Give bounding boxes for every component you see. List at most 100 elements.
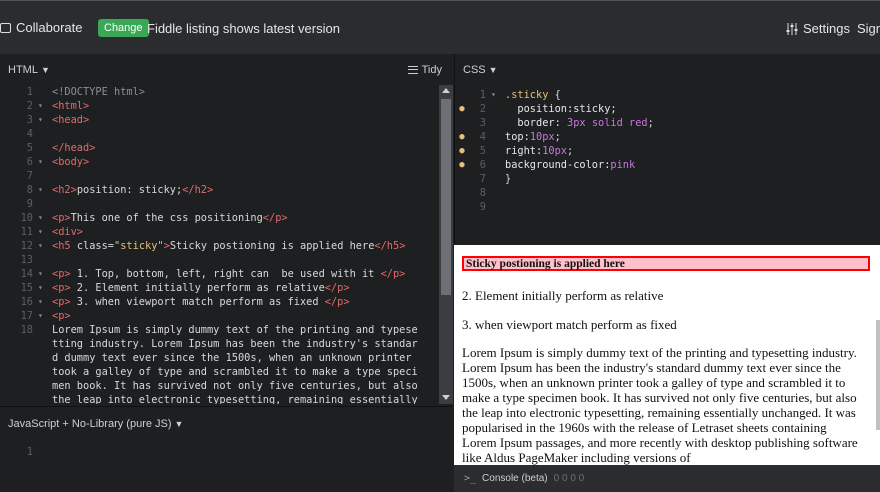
code-token: } — [505, 173, 512, 185]
code-token: took a galley of type and scrambled it t… — [52, 366, 418, 378]
console-counts: 0 0 0 0 — [553, 473, 585, 484]
line-number: 3 — [26, 114, 33, 126]
code-line: ● 5 right: 10px; — [455, 144, 875, 158]
warning-dot-icon: ● — [459, 146, 465, 156]
code-line: 13 — [0, 253, 438, 267]
code-line: 4 — [0, 127, 438, 141]
result-pane[interactable]: Sticky postioning is applied here 2. Ele… — [454, 245, 880, 465]
js-panel-title: JavaScript + No-Library (pure JS) — [8, 418, 172, 430]
code-token: ; — [554, 131, 561, 143]
fold-arrow-icon[interactable]: ▾ — [38, 295, 52, 309]
code-line: 1 ▾ .sticky { — [455, 88, 875, 102]
fold-arrow-icon[interactable]: ▾ — [38, 99, 52, 113]
fold-arrow-icon[interactable]: ▾ — [38, 113, 52, 127]
collaborate-button[interactable]: Collaborate — [0, 20, 83, 35]
fold-arrow-icon[interactable]: ▾ — [38, 267, 52, 281]
html-code-editor[interactable]: 1 <!DOCTYPE html> 2 ▾ <html> 3 ▾ <head> 4 5 </head… — [0, 85, 438, 404]
code-line: ● 2 position:sticky; — [455, 102, 875, 116]
code-line: d dummy text ever since the 1500s, when … — [0, 351, 438, 365]
code-line: 15 ▾ <p> 2. Element initially perform as r… — [0, 281, 438, 295]
scroll-up-icon[interactable] — [442, 88, 450, 93]
fold-arrow-icon[interactable]: ▾ — [38, 239, 52, 253]
caret-down-icon: ▼ — [488, 65, 498, 75]
css-panel-header[interactable]: CSS ▼ — [455, 54, 880, 86]
fiddle-version-message: Fiddle listing shows latest version — [147, 21, 340, 36]
fold-arrow-icon[interactable]: ▾ — [38, 211, 52, 225]
code-token: 3. when viewport match perform as fixed — [70, 296, 325, 308]
code-line: 5 </head> — [0, 141, 438, 155]
code-line: 9 — [455, 200, 875, 214]
line-number: 9 — [26, 198, 33, 210]
code-token: Lorem Ipsum is simply dummy text of the … — [52, 324, 418, 336]
js-code-editor[interactable]: 1 — [0, 445, 438, 459]
code-line: men book. It has survived not only five … — [0, 379, 438, 393]
tidy-button[interactable]: Tidy — [407, 64, 442, 76]
js-panel-header[interactable]: JavaScript + No-Library (pure JS) ▼ — [0, 407, 452, 441]
html-editor-scroll-thumb[interactable] — [441, 99, 451, 295]
code-line: 2 ▾ <html> — [0, 99, 438, 113]
code-token: 3px — [567, 117, 586, 129]
fold-arrow-icon[interactable]: ▾ — [38, 309, 52, 323]
code-token: <p> — [52, 310, 71, 322]
code-token: Sticky postioning is applied here — [169, 240, 375, 252]
line-number: 3 — [479, 117, 486, 129]
code-token: class= — [76, 240, 115, 252]
fold-arrow-icon[interactable]: ▾ — [38, 281, 52, 295]
scroll-down-icon[interactable] — [442, 395, 450, 400]
code-token: </p> — [324, 282, 350, 294]
fold-arrow-icon[interactable]: ▾ — [38, 225, 52, 239]
sliders-icon — [786, 22, 798, 35]
gutter-spacer — [455, 200, 469, 214]
line-number — [0, 351, 38, 365]
console-bar[interactable]: >_ Console (beta) 0 0 0 0 — [454, 465, 880, 492]
settings-button[interactable]: Settings — [786, 21, 850, 36]
code-line: 14 ▾ <p> 1. Top, bottom, left, right can b… — [0, 267, 438, 281]
code-token: </h2> — [182, 184, 214, 196]
code-token: top: — [505, 131, 530, 143]
gutter-spacer — [455, 172, 469, 186]
change-button[interactable]: Change — [98, 19, 149, 37]
warning-dot-icon: ● — [459, 104, 465, 114]
css-code-editor[interactable]: 1 ▾ .sticky {● 2 position:sticky; 3 border: … — [455, 88, 875, 238]
gutter-spacer — [455, 88, 469, 102]
line-number: 1 — [479, 89, 486, 101]
result-scrollbar[interactable] — [876, 320, 880, 430]
line-number: 18 — [20, 324, 33, 336]
line-number: 8 — [479, 187, 486, 199]
line-number: 6 — [479, 159, 486, 171]
line-number: 10 — [20, 212, 33, 224]
line-number: 16 — [20, 296, 33, 308]
code-token: "sticky" — [114, 240, 164, 252]
line-number: 14 — [20, 268, 33, 280]
sticky-heading: Sticky postioning is applied here — [462, 256, 870, 271]
html-editor-scrollbar[interactable] — [439, 85, 453, 404]
code-line: 11 ▾ <div> — [0, 225, 438, 239]
code-token: </p> — [380, 268, 406, 280]
fold-arrow-icon[interactable]: ▾ — [38, 155, 52, 169]
fold-arrow-icon[interactable]: ▾ — [38, 183, 52, 197]
sign-in-link[interactable]: Sign — [857, 21, 880, 36]
code-line: 10 ▾ <p> This one of the css positioning </p… — [0, 211, 438, 225]
html-panel-header[interactable]: HTML ▼ — [0, 54, 452, 86]
fold-arrow-icon[interactable]: ▾ — [491, 88, 505, 102]
code-line: 17 ▾ <p> — [0, 309, 438, 323]
code-token: right: — [505, 145, 543, 157]
code-token: <!DOCTYPE html> — [52, 86, 145, 98]
css-panel: CSS ▼ 1 ▾ .sticky {● 2 position:sticky; 3 bo… — [454, 54, 880, 244]
result-paragraph-3: 3. when viewport match perform as fixed — [462, 317, 677, 332]
console-label: Console (beta) — [482, 473, 548, 484]
code-token: 1. Top, bottom, left, right can be used … — [70, 268, 381, 280]
warning-dot-icon: ● — [459, 160, 465, 170]
line-number: 1 — [26, 86, 33, 98]
code-line: ● 6 background-color: pink — [455, 158, 875, 172]
code-token: ; — [567, 145, 574, 157]
code-line: 16 ▾ <p> 3. when viewport match perform as… — [0, 295, 438, 309]
line-number — [0, 365, 38, 379]
